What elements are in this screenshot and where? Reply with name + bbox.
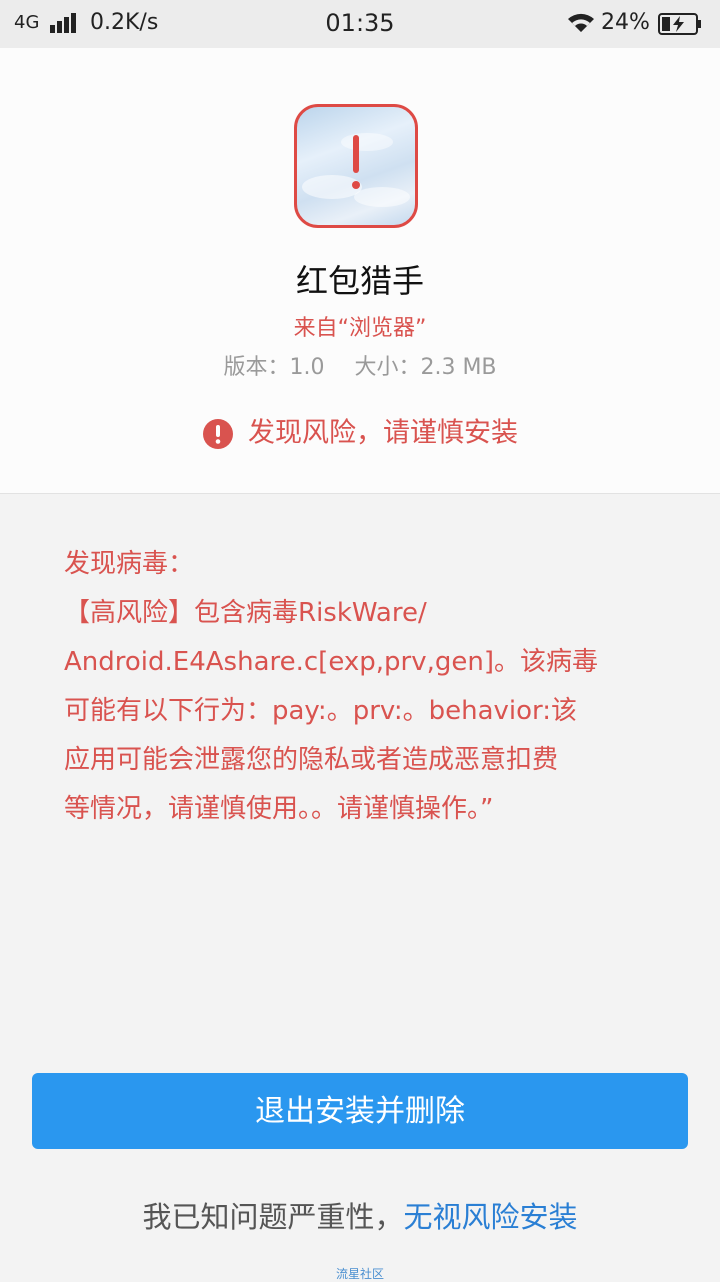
- app-size: 大小：2.3 MB: [354, 355, 497, 380]
- ignore-risk-row: 我已知问题严重性，无视风险安装: [0, 1194, 720, 1236]
- exit-and-delete-button[interactable]: 退出安装并删除: [32, 1073, 688, 1149]
- status-bar: 4G 0.2K/s 01:35 24%: [0, 0, 720, 48]
- wifi-icon: [568, 13, 594, 32]
- app-name: 红包猎手: [295, 262, 424, 300]
- app-meta: 版本：1.0 大小：2.3 MB: [0, 349, 720, 381]
- virus-detail: 发现病毒： 【高风险】包含病毒RiskWare/ Android.E4Ashar…: [64, 540, 664, 834]
- app-icon: [294, 104, 418, 228]
- ignore-prefix-text: 我已知问题严重性，: [142, 1200, 404, 1234]
- virus-line: Android.E4Ashare.c[exp,prv,gen]。该病毒: [64, 647, 598, 677]
- warning-exclamation-icon: [302, 133, 410, 207]
- battery-charging-icon: [658, 13, 701, 35]
- risk-notice: 发现风险，请谨慎安装: [0, 413, 720, 453]
- risk-notice-text: 发现风险，请谨慎安装: [248, 417, 518, 449]
- virus-line: 【高风险】包含病毒RiskWare/: [64, 598, 427, 628]
- alert-circle-icon: [203, 418, 233, 449]
- ignore-risk-install-link[interactable]: 无视风险安装: [404, 1200, 578, 1234]
- battery-percent: 24%: [601, 10, 650, 35]
- virus-line: 发现病毒：: [64, 549, 195, 579]
- app-source: 来自“浏览器”: [293, 316, 427, 341]
- virus-line: 可能有以下行为：pay:。prv:。behavior:该: [64, 696, 578, 726]
- virus-line: 应用可能会泄露您的隐私或者造成恶意扣费: [64, 745, 559, 775]
- virus-line: 等情况，请谨慎使用。。请谨慎操作。”: [64, 794, 494, 824]
- app-version: 版本：1.0: [223, 355, 325, 380]
- watermark: 流星社区: [335, 1267, 384, 1281]
- app-info-card: 红包猎手 来自“浏览器” 版本：1.0 大小：2.3 MB 发现风险，请谨慎安装: [0, 48, 720, 494]
